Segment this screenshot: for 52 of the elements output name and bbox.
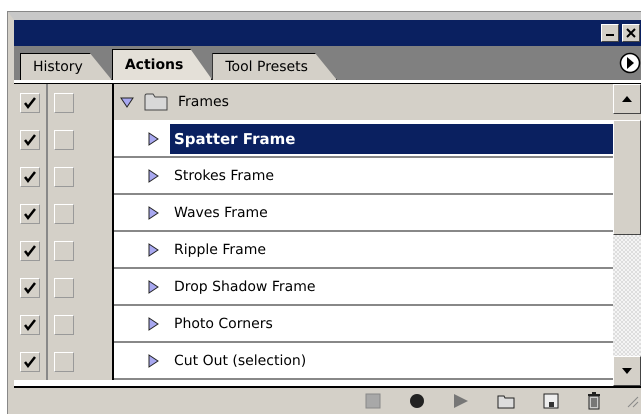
toggle-checkbox[interactable] (20, 314, 40, 334)
scrollbar[interactable] (613, 84, 641, 386)
record-icon[interactable] (409, 393, 425, 409)
up-arrow-icon (622, 96, 632, 102)
expand-triangle-icon[interactable] (146, 316, 160, 330)
toggle-checkbox[interactable] (20, 130, 40, 150)
close-icon (626, 28, 636, 38)
dialog-toggle-box[interactable] (54, 93, 74, 113)
action-item[interactable]: Ripple Frame (170, 236, 613, 264)
tab[interactable]: Tool Presets (212, 53, 337, 80)
dialog-toggle-box[interactable] (54, 278, 74, 298)
folder-icon[interactable] (497, 393, 515, 409)
expand-triangle-icon[interactable] (146, 280, 160, 294)
expand-triangle-icon[interactable] (146, 206, 160, 220)
trash-icon[interactable] (587, 392, 601, 410)
action-item[interactable]: Drop Shadow Frame (170, 272, 613, 300)
action-item[interactable]: Waves Frame (170, 198, 613, 226)
minimize-button[interactable] (601, 24, 619, 42)
dialog-toggle-box[interactable] (54, 314, 74, 334)
tab[interactable]: Actions (112, 49, 212, 80)
dialog-toggle-box[interactable] (54, 240, 74, 260)
expand-triangle-icon[interactable] (146, 354, 160, 368)
action-item[interactable]: Cut Out (selection) (170, 346, 613, 374)
toggle-checkbox[interactable] (20, 93, 40, 113)
tab[interactable]: History (20, 53, 112, 80)
dialog-toggle-box[interactable] (54, 130, 74, 150)
toggle-checkbox[interactable] (20, 204, 40, 224)
menu-icon[interactable] (619, 52, 641, 74)
scroll-up-button[interactable] (613, 84, 641, 114)
toggle-checkbox[interactable] (20, 352, 40, 372)
dialog-toggle-box[interactable] (54, 352, 74, 372)
close-button[interactable] (622, 24, 640, 42)
new-item-icon[interactable] (543, 393, 559, 409)
action-item[interactable]: Spatter Frame (170, 124, 613, 154)
action-set-name[interactable]: Frames (178, 94, 229, 110)
action-item[interactable]: Strokes Frame (170, 162, 613, 190)
toggle-checkbox[interactable] (20, 278, 40, 298)
dialog-toggle-box[interactable] (54, 204, 74, 224)
action-item[interactable]: Photo Corners (170, 310, 613, 338)
down-arrow-icon (622, 368, 632, 374)
toggle-checkbox[interactable] (20, 240, 40, 260)
play-icon[interactable] (453, 393, 469, 409)
resize-grip-icon[interactable] (625, 394, 639, 408)
scroll-down-button[interactable] (613, 356, 641, 386)
folder-icon (144, 93, 168, 111)
expand-triangle-icon[interactable] (146, 132, 160, 146)
toggle-checkbox[interactable] (20, 166, 40, 186)
expand-triangle-icon[interactable] (146, 168, 160, 182)
collapse-triangle-icon[interactable] (120, 95, 134, 109)
expand-triangle-icon[interactable] (146, 242, 160, 256)
dialog-toggle-box[interactable] (54, 166, 74, 186)
scroll-thumb[interactable] (613, 120, 641, 235)
